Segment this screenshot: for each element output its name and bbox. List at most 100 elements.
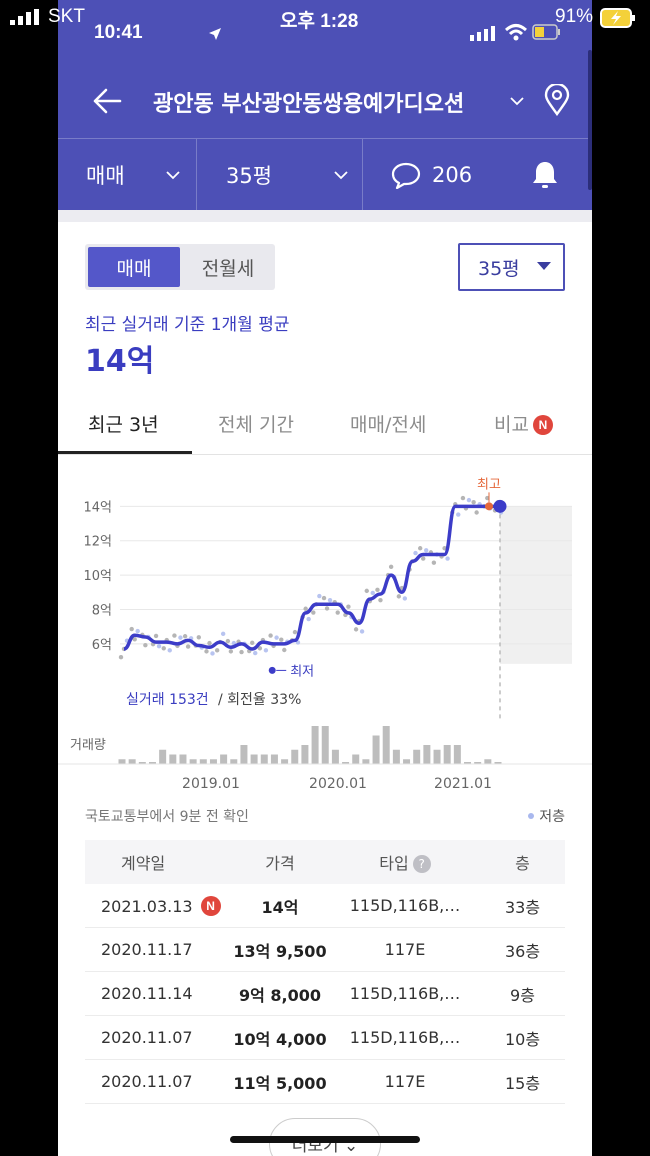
row-type: 117E — [384, 1072, 426, 1091]
price-chart[interactable]: 14억 12억 10억 8억 6억 최고최저실거래 153건 / 회전율 33% 거래량 201… — [58, 456, 592, 801]
deal-point — [378, 597, 383, 603]
segment-sale[interactable]: 매매 — [88, 247, 180, 287]
x-tick-label: 2021.01 — [434, 776, 492, 792]
comments-count: 206 — [432, 163, 473, 187]
table-row[interactable]: 2021.03.13 N 14억 115D,116B,… 33층 — [85, 884, 565, 928]
col-date: 계약일 — [121, 854, 166, 873]
deal-point — [321, 595, 327, 601]
deal-point — [311, 610, 316, 615]
transactions-table: 계약일 가격 타입? 층 2021.03.13 N 14억 115D,116B,… 33… — [85, 840, 565, 1104]
high-point — [485, 502, 493, 511]
help-icon[interactable]: ? — [412, 855, 431, 873]
deal-point — [324, 606, 330, 611]
deal-point — [210, 651, 215, 656]
deal-point — [413, 550, 418, 556]
battery-icon — [600, 8, 635, 28]
deal-point — [466, 497, 472, 503]
table-row[interactable]: 2020.11.07 11억 5,000 117E 15층 — [85, 1060, 565, 1104]
row-type: 115D,116B,… — [349, 1028, 461, 1047]
deal-point — [306, 616, 311, 622]
deal-point — [456, 512, 461, 517]
deal-point — [129, 626, 134, 632]
row-type: 117E — [384, 940, 426, 959]
tab-recent-3y[interactable]: 최근 3년 — [88, 410, 159, 437]
low-point — [268, 666, 276, 674]
deal-point — [225, 638, 231, 644]
volume-bar — [128, 759, 136, 764]
row-floor: 15층 — [504, 1073, 541, 1093]
tab-compare[interactable]: 비교 N — [494, 410, 553, 437]
source-note: 국토교통부에서 9분 전 확인 — [85, 809, 249, 825]
tab-sale-jeonse[interactable]: 매매/전세 — [350, 410, 426, 437]
volume-bar — [352, 754, 360, 764]
x-tick-label: 2020.01 — [309, 776, 367, 792]
deal-point — [317, 593, 322, 599]
device-frame: SKT 오후 1:28 91% 10:41 광안동 부산광안동쌍용예가디오션 매… — [0, 0, 650, 1156]
size-filter[interactable]: 35평 — [226, 139, 362, 211]
size-dropdown[interactable]: 35평 — [458, 243, 565, 291]
volume-bar — [443, 745, 451, 764]
x-tick-label: 2019.01 — [182, 776, 240, 792]
col-price: 가격 — [265, 854, 295, 873]
row-floor: 33층 — [504, 897, 541, 917]
table-header: 계약일 가격 타입? 층 — [85, 840, 565, 884]
deal-point — [327, 597, 333, 603]
col-type-label: 타입 — [379, 854, 409, 873]
deal-point — [424, 548, 429, 553]
current-point — [493, 499, 507, 513]
y-tick-label: 14억 — [83, 500, 112, 515]
deal-point — [274, 635, 279, 640]
deal-point — [172, 633, 177, 638]
deal-point — [346, 604, 351, 609]
new-badge: N — [532, 415, 553, 435]
row-date: 2020.11.07 — [101, 1028, 193, 1047]
back-arrow-icon[interactable] — [92, 88, 122, 114]
row-price: 13억 9,500 — [233, 941, 327, 961]
segment-rent[interactable]: 전월세 — [183, 247, 273, 287]
chevron-down-icon — [334, 171, 348, 180]
deal-point — [239, 649, 244, 655]
deal-point — [353, 627, 359, 632]
size-filter-label: 35평 — [226, 164, 273, 188]
row-floor: 36층 — [504, 941, 541, 961]
row-type: 115D,116B,… — [349, 984, 461, 1003]
table-row[interactable]: 2020.11.07 10억 4,000 115D,116B,… 10층 — [85, 1016, 565, 1060]
table-row[interactable]: 2020.11.17 13억 9,500 117E 36층 — [85, 928, 565, 972]
deal-point — [364, 588, 369, 594]
row-price: 11억 5,000 — [233, 1073, 327, 1093]
trade-type-label: 매매 — [86, 164, 125, 188]
volume-bar — [159, 749, 167, 764]
row-date: 2020.11.07 — [101, 1072, 193, 1091]
high-label: 최고 — [477, 477, 501, 492]
tab-underline — [58, 451, 192, 454]
status-time: 오후 1:28 — [280, 11, 359, 32]
volume-bar — [199, 759, 207, 764]
volume-label: 거래량 — [70, 738, 106, 753]
legend-dot — [528, 813, 535, 819]
bell-icon[interactable] — [530, 159, 560, 191]
deal-point — [471, 499, 476, 505]
deal-point — [214, 648, 220, 653]
volume-bar — [311, 726, 319, 764]
table-row[interactable]: 2020.11.14 9억 8,000 115D,116B,… 9층 — [85, 972, 565, 1016]
map-pin-icon[interactable] — [544, 84, 570, 116]
complex-title[interactable]: 광안동 부산광안동쌍용예가디오션 — [153, 86, 464, 118]
trade-type-filter[interactable]: 매매 — [86, 139, 196, 211]
tab-all-period[interactable]: 전체 기간 — [218, 410, 294, 437]
row-price: 9억 8,000 — [238, 985, 322, 1005]
deal-point — [153, 633, 159, 639]
size-dropdown-value: 35평 — [478, 257, 520, 280]
volume-bar — [230, 759, 238, 764]
deal-point — [402, 596, 408, 601]
volume-bar — [423, 745, 431, 764]
volume-bar — [209, 759, 217, 764]
volume-bar — [372, 735, 380, 764]
period-tabs: 최근 3년 전체 기간 매매/전세 비교 N — [58, 400, 592, 455]
deal-point — [474, 510, 479, 515]
volume-bar — [331, 749, 339, 764]
tab-compare-label: 비교 — [494, 414, 529, 436]
comments-button[interactable]: 206 — [390, 139, 510, 211]
chart-legend: 저층 — [528, 806, 565, 826]
caret-down-icon — [537, 262, 551, 270]
chevron-down-icon[interactable] — [510, 96, 524, 106]
